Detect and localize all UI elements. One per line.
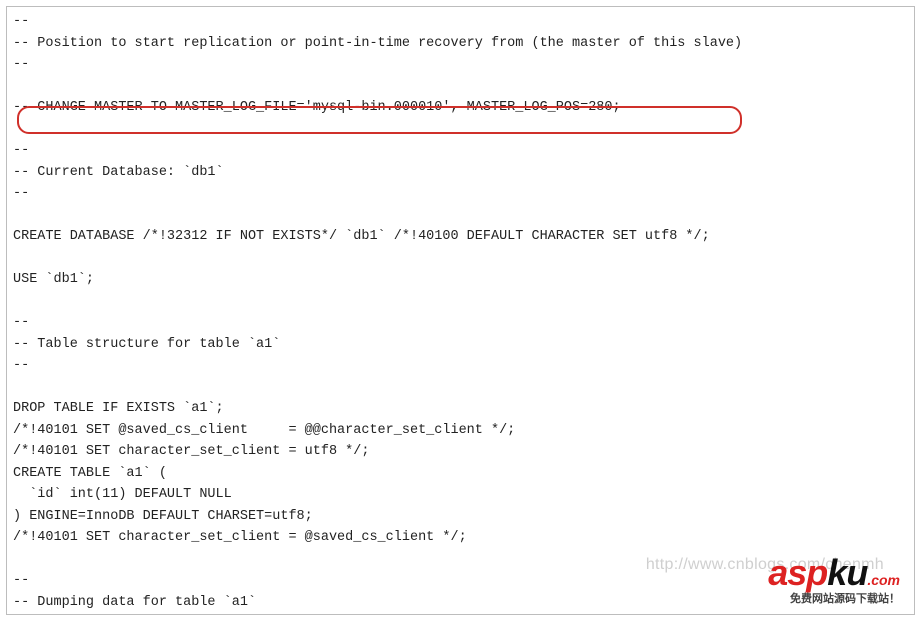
code-line: CREATE TABLE `a1` ( xyxy=(13,466,167,481)
sql-dump-code: -- -- Position to start replication or p… xyxy=(13,11,908,615)
code-line: -- Position to start replication or poin… xyxy=(13,36,742,51)
code-line: -- xyxy=(13,14,29,29)
code-line: `id` int(11) DEFAULT NULL xyxy=(13,487,232,502)
code-line: -- xyxy=(13,315,29,330)
code-line: DROP TABLE IF EXISTS `a1`; xyxy=(13,401,224,416)
code-line: -- xyxy=(13,143,29,158)
code-line: ) ENGINE=InnoDB DEFAULT CHARSET=utf8; xyxy=(13,509,313,524)
code-line: -- Current Database: `db1` xyxy=(13,165,224,180)
code-line: -- xyxy=(13,358,29,373)
code-line: -- xyxy=(13,57,29,72)
code-line: -- xyxy=(13,573,29,588)
code-frame: -- -- Position to start replication or p… xyxy=(6,6,915,615)
code-line: -- Dumping data for table `a1` xyxy=(13,595,256,610)
code-line-highlighted: -- CHANGE MASTER TO MASTER_LOG_FILE='mys… xyxy=(13,100,621,115)
code-line: USE `db1`; xyxy=(13,272,94,287)
code-line: CREATE DATABASE /*!32312 IF NOT EXISTS*/… xyxy=(13,229,710,244)
code-line: /*!40101 SET character_set_client = @sav… xyxy=(13,530,467,545)
code-line: /*!40101 SET @saved_cs_client = @@charac… xyxy=(13,423,515,438)
code-line: -- xyxy=(13,186,29,201)
code-line: -- Table structure for table `a1` xyxy=(13,337,280,352)
code-line: /*!40101 SET character_set_client = utf8… xyxy=(13,444,369,459)
